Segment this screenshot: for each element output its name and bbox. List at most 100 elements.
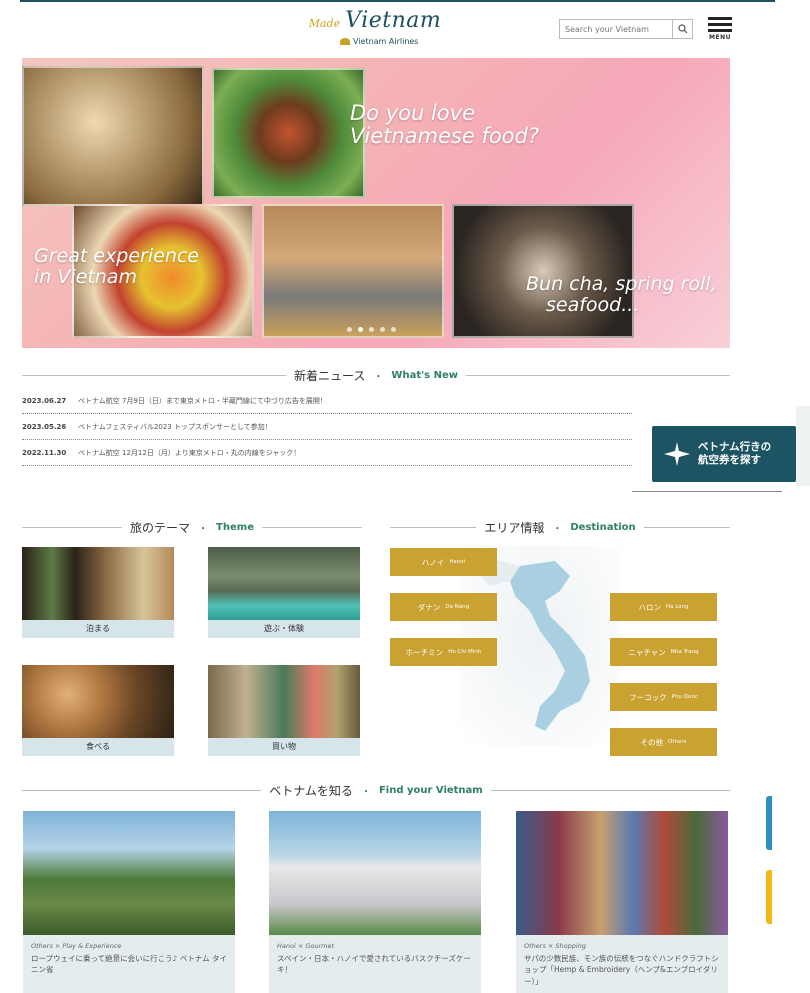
theme-image-shop <box>208 665 360 738</box>
theme-image-play <box>208 547 360 620</box>
dest-label-en: Hanoi <box>449 559 466 565</box>
slider-dot[interactable] <box>369 327 374 332</box>
menu-button[interactable]: MENU <box>708 17 732 41</box>
airline-name: Vietnam Airlines <box>353 37 419 46</box>
article-title: スペイン・日本・ハノイで愛されているバスクチーズケーキ！ <box>277 954 471 975</box>
hero-headline-experience: Great experience in Vietnam <box>34 245 199 288</box>
article-category: Others × Shopping <box>524 942 586 950</box>
destination-hanoi[interactable]: ハノイ Hanoi <box>390 548 497 576</box>
dest-label-jp: その他 <box>640 737 664 747</box>
heading-rule <box>261 527 363 528</box>
article-title: サパの少数民族、モン族の伝統をつなぐハンドクラフトショップ「Hemp & Emb… <box>524 954 719 986</box>
hero-photo-coffee <box>262 204 444 338</box>
slider-dots <box>347 327 396 332</box>
theme-heading-en: Theme <box>216 522 254 533</box>
theme-heading: 旅のテーマ ・ Theme <box>22 519 363 536</box>
destination-heading-en: Destination <box>570 522 636 533</box>
heading-rule <box>390 527 477 528</box>
heading-rule <box>22 375 287 376</box>
article-card[interactable]: Others × Play & Experience ロープウェイに乗って絶景に… <box>23 811 235 993</box>
destination-hochiminh[interactable]: ホーチミン Ho Chi Minh <box>390 638 497 666</box>
search-icon <box>677 24 687 34</box>
hero-photo-dishes <box>22 66 204 206</box>
dest-label-jp: ニャチャン <box>628 647 666 657</box>
menu-icon-bar <box>708 23 732 26</box>
article-body: Others × Play & Experience ロープウェイに乗って絶景に… <box>23 935 235 993</box>
news-item[interactable]: 2023.06.27 ベトナム航空 7月9日（日）まで東京メトロ・半蔵門線にて中… <box>22 388 632 414</box>
site-logo[interactable]: Made Vietnam <box>300 8 450 33</box>
hero-headline-food: Do you love Vietnamese food? <box>350 101 540 149</box>
news-date: 2023.05.26 <box>22 422 67 431</box>
logo-main-text: Vietnam <box>345 8 442 33</box>
find-flights-label: ベトナム行きの 航空券を探す <box>698 440 772 466</box>
dest-label-jp: ホーチミン <box>405 647 444 657</box>
destination-danang[interactable]: ダナン Da Nang <box>390 593 497 621</box>
article-card[interactable]: Others × Shopping サパの少数民族、モン族の伝統をつなぐハンドク… <box>516 811 728 993</box>
theme-label: 泊まる <box>22 620 174 638</box>
theme-label: 買い物 <box>208 738 360 756</box>
theme-card-stay[interactable]: 泊まる <box>22 547 174 638</box>
destination-halong[interactable]: ハロン Ha Long <box>610 593 717 621</box>
slider-dot[interactable] <box>347 327 352 332</box>
news-date: 2022.11.30 <box>22 448 67 457</box>
theme-heading-jp: 旅のテーマ <box>130 521 191 535</box>
slider-dot[interactable] <box>380 327 385 332</box>
dest-label-en: Ho Chi Minh <box>448 649 482 655</box>
news-date: 2023.06.27 <box>22 396 67 405</box>
heading-rule <box>22 790 262 791</box>
news-item[interactable]: 2023.05.26 ベトナムフェスティバル2023 トップスポンサーとして参加… <box>22 414 632 440</box>
news-heading: 新着ニュース ・ What's New <box>22 367 730 384</box>
destination-heading-jp: エリア情報 <box>484 521 545 535</box>
side-tab-yellow[interactable] <box>766 870 772 924</box>
dest-label-jp: フーコック <box>629 692 667 702</box>
news-text: ベトナム航空 7月9日（日）まで東京メトロ・半蔵門線にて中づり広告を展開！ <box>78 396 327 405</box>
heading-separator: ・ <box>360 787 371 798</box>
article-image-hotel <box>269 811 481 935</box>
theme-card-play[interactable]: 遊ぶ・体験 <box>208 547 360 638</box>
slider-dot-active[interactable] <box>358 327 363 332</box>
search-button[interactable] <box>672 20 692 38</box>
news-text: ベトナム航空 12月12日（月）より東京メトロ・丸の内線をジャック！ <box>78 448 301 457</box>
find-heading: ベトナムを知る ・ Find your Vietnam <box>22 782 730 799</box>
article-title: ロープウェイに乗って絶景に会いに行こう♪ ベトナム タイニン省 <box>31 954 228 975</box>
news-heading-en: What's New <box>391 370 458 381</box>
news-heading-jp: 新着ニュース <box>294 369 366 383</box>
hero-photo-seafood <box>452 204 634 338</box>
theme-image-stay <box>22 547 174 620</box>
find-flights-button[interactable]: ベトナム行きの 航空券を探す <box>652 426 796 482</box>
heading-rule <box>490 790 730 791</box>
find-heading-jp: ベトナムを知る <box>269 784 353 798</box>
side-tab-blue[interactable] <box>766 796 772 850</box>
side-edge-tab <box>796 406 810 486</box>
destination-nhatrang[interactable]: ニャチャン Nha Trang <box>610 638 717 666</box>
logo-script-text: Made <box>308 17 341 30</box>
news-item[interactable]: 2022.11.30 ベトナム航空 12月12日（月）より東京メトロ・丸の内線を… <box>22 440 632 466</box>
heading-separator: ・ <box>373 372 384 383</box>
hero-photo-pho <box>212 68 365 198</box>
heading-rule <box>465 375 730 376</box>
article-category: Others × Play & Experience <box>31 942 122 950</box>
destination-others[interactable]: その他 Others <box>610 728 717 756</box>
article-body: Hanoi × Gourmet スペイン・日本・ハノイで愛されているバスクチーズ… <box>269 935 481 993</box>
destination-heading: エリア情報 ・ Destination <box>390 519 731 536</box>
hero-slider[interactable]: Do you love Vietnamese food? Great exper… <box>22 58 730 348</box>
search-box <box>559 19 693 39</box>
top-border-line <box>20 0 775 2</box>
theme-card-shop[interactable]: 買い物 <box>208 665 360 756</box>
theme-card-eat[interactable]: 食べる <box>22 665 174 756</box>
article-card[interactable]: Hanoi × Gourmet スペイン・日本・ハノイで愛されているバスクチーズ… <box>269 811 481 993</box>
dest-label-en: Ha Long <box>665 604 689 610</box>
search-input[interactable] <box>560 20 672 38</box>
dest-label-en: Nha Trang <box>670 649 699 655</box>
dest-label-en: Phu Quoc <box>671 694 698 700</box>
news-text: ベトナムフェスティバル2023 トップスポンサーとして参加！ <box>78 422 272 431</box>
hero-headline-buncha: Bun cha, spring roll, seafood... <box>526 273 717 316</box>
news-list: 2023.06.27 ベトナム航空 7月9日（日）まで東京メトロ・半蔵門線にて中… <box>22 388 632 466</box>
article-image-ropeway <box>23 811 235 935</box>
destination-phuquoc[interactable]: フーコック Phu Quoc <box>610 683 717 711</box>
dest-label-en: Others <box>668 739 687 745</box>
slider-dot[interactable] <box>391 327 396 332</box>
menu-icon-bar <box>708 17 732 20</box>
heading-separator: ・ <box>198 524 209 535</box>
article-body: Others × Shopping サパの少数民族、モン族の伝統をつなぐハンドク… <box>516 935 728 993</box>
